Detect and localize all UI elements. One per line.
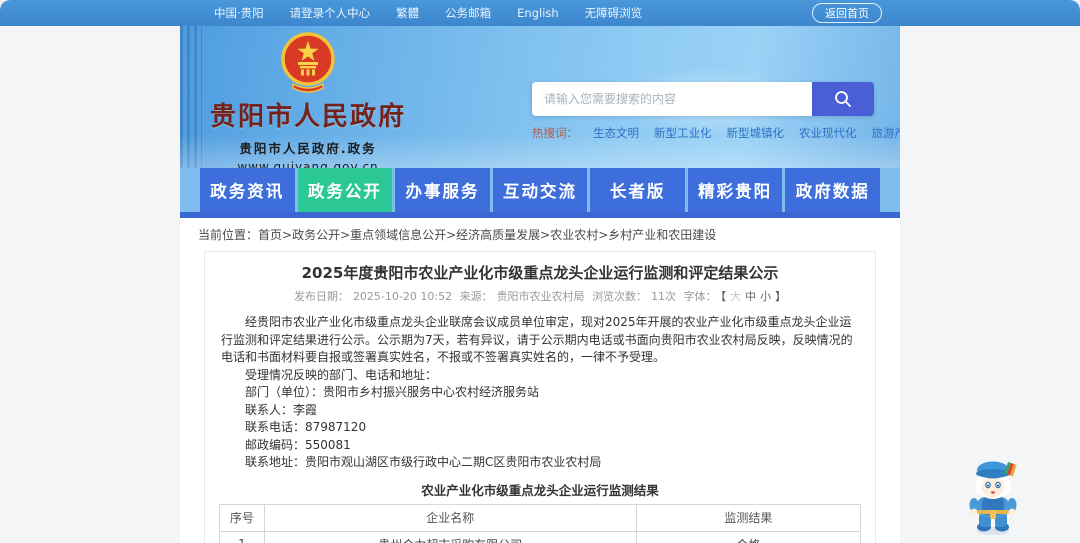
return-home-button[interactable]: 返回首页 xyxy=(812,3,882,23)
column-header-result: 监测结果 xyxy=(635,503,862,532)
hot-search-term[interactable]: 农业现代化 xyxy=(799,125,857,141)
nav-item[interactable]: 政务公开 xyxy=(297,168,393,212)
article-body: 经贵阳市农业产业化市级重点龙头企业联席会议成员单位审定，现对2025年开展的农业… xyxy=(219,312,861,472)
font-size-large-button[interactable]: 大 xyxy=(730,290,741,303)
national-emblem-icon xyxy=(281,32,335,93)
nav-item[interactable]: 精彩贵阳 xyxy=(687,168,783,212)
table-body: 1 贵州合力超市采购有限公司 合格 2 贵州友禾种业有限公司 合格 xyxy=(219,530,862,543)
views-label: 浏览次数： xyxy=(592,290,648,303)
article-paragraph: 邮政编码：550081 xyxy=(245,437,351,452)
site-subtitle: 贵阳市人民政府.政务 xyxy=(239,141,377,156)
nav-strip xyxy=(180,212,900,218)
article-paragraph: 联系电话：87987120 xyxy=(245,420,367,434)
article-paragraph: 受理情况反映的部门、电话和地址： xyxy=(245,367,438,382)
site-url: www.guiyang.gov.cn xyxy=(237,160,379,168)
hot-search-label: 热搜词： xyxy=(532,126,578,140)
font-size-small-button[interactable]: 小 xyxy=(760,290,771,303)
topbar-link[interactable]: 公务邮箱 xyxy=(445,5,491,21)
font-size-medium-button[interactable]: 中 xyxy=(745,290,756,303)
font-size-label: 字体： xyxy=(683,290,717,303)
main-nav: 政务资讯 政务公开 办事服务 互动交流 长者版 精彩贵阳 政府数据 xyxy=(180,168,900,218)
topbar-link[interactable]: 繁體 xyxy=(396,5,419,21)
hot-search-term[interactable]: 新型城镇化 xyxy=(727,125,785,141)
source-value: 贵阳市农业农村局 xyxy=(496,290,585,303)
site-banner: 贵阳市人民政府 贵阳市人民政府.政务 www.guiyang.gov.cn 热搜… xyxy=(180,26,900,168)
nav-item[interactable]: 互动交流 xyxy=(492,168,588,212)
table-caption: 农业产业化市级重点龙头企业运行监测结果 xyxy=(421,482,659,498)
breadcrumb-label: 当前位置： xyxy=(198,228,259,242)
nav-item[interactable]: 政府数据 xyxy=(785,168,881,212)
font-bracket: 】 xyxy=(775,290,787,303)
search-bar xyxy=(532,82,874,116)
site-logo[interactable]: 贵阳市人民政府 贵阳市人民政府.政务 www.guiyang.gov.cn xyxy=(208,32,408,168)
nav-item[interactable]: 办事服务 xyxy=(395,168,490,212)
article-paragraph: 联系人：李霞 xyxy=(245,402,318,417)
nav-item[interactable]: 长者版 xyxy=(590,168,685,212)
nav-item[interactable]: 政务资讯 xyxy=(200,168,295,212)
views-value: 11次 xyxy=(651,290,677,303)
search-icon xyxy=(835,91,851,107)
topbar-link[interactable]: 无障碍浏览 xyxy=(585,5,643,21)
table-row: 1 贵州合力超市采购有限公司 合格 xyxy=(219,530,862,543)
hot-search-term[interactable]: 新型工业化 xyxy=(654,125,712,141)
site-title: 贵阳市人民政府 xyxy=(209,102,406,132)
nav-items: 政务资讯 政务公开 办事服务 互动交流 长者版 精彩贵阳 政府数据 xyxy=(180,168,900,212)
cell-company: 贵州合力超市采购有限公司 xyxy=(263,530,637,543)
hot-search-term[interactable]: 旅游产业化 xyxy=(872,125,901,141)
topbar-link[interactable]: 中国·贵阳 xyxy=(214,5,264,21)
banner-decor xyxy=(180,26,202,168)
topbar-link[interactable]: 请登录个人中心 xyxy=(290,5,371,21)
cell-result: 合格 xyxy=(635,530,862,543)
publish-date: 2025-10-20 10:52 xyxy=(352,290,453,303)
breadcrumb-path[interactable]: 首页>政务公开>重点领域信息公开>经济高质量发展>农业农村>乡村产业和农田建设 xyxy=(258,228,716,242)
hot-search-term[interactable]: 生态文明 xyxy=(593,125,639,141)
topbar-links: 中国·贵阳 请登录个人中心 繁體 公务邮箱 English 无障碍浏览 xyxy=(180,5,642,21)
source-label: 来源： xyxy=(459,290,493,303)
search-input[interactable] xyxy=(532,82,812,116)
page: 中国·贵阳 请登录个人中心 繁體 公务邮箱 English 无障碍浏览 返回首页 xyxy=(0,0,1080,543)
monitoring-results-table: 序号 企业名称 监测结果 1 贵州合力超市采购有限公司 合格 xyxy=(219,503,862,543)
mascot-icon xyxy=(969,461,1017,535)
font-bracket: 【 xyxy=(720,290,727,303)
topbar-link[interactable]: English xyxy=(517,6,559,20)
publish-date-label: 发布日期： xyxy=(293,290,349,303)
content-area: 当前位置：首页>政务公开>重点领域信息公开>经济高质量发展>农业农村>乡村产业和… xyxy=(180,218,900,543)
article-title: 2025年度贵阳市农业产业化市级重点龙头企业运行监测和评定结果公示 xyxy=(301,264,779,282)
article-meta: 发布日期： 2025-10-20 10:52 来源： 贵阳市农业农村局 浏览次数： 1… xyxy=(219,290,861,303)
column-header-company: 企业名称 xyxy=(263,503,637,532)
search-button[interactable] xyxy=(812,82,874,116)
hot-search: 热搜词： 生态文明新型工业化新型城镇化农业现代化旅游产业化贵阳简介 xyxy=(532,125,900,141)
article-paragraph: 部门（单位）：贵阳市乡村振兴服务中心农村经济服务站 xyxy=(245,385,540,399)
breadcrumb: 当前位置：首页>政务公开>重点领域信息公开>经济高质量发展>农业农村>乡村产业和… xyxy=(180,218,900,249)
mascot[interactable] xyxy=(964,457,1022,537)
article-paragraph: 经贵阳市农业产业化市级重点龙头企业联席会议成员单位审定，现对2025年开展的农业… xyxy=(221,315,853,364)
column-header-no: 序号 xyxy=(219,503,265,532)
hot-search-terms: 生态文明新型工业化新型城镇化农业现代化旅游产业化贵阳简介 xyxy=(593,125,900,141)
article-card: 2025年度贵阳市农业产业化市级重点龙头企业运行监测和评定结果公示 发布日期： 2… xyxy=(204,251,876,543)
top-bar: 中国·贵阳 请登录个人中心 繁體 公务邮箱 English 无障碍浏览 返回首页 xyxy=(0,0,1080,26)
table-header-row: 序号 企业名称 监测结果 xyxy=(219,503,862,532)
cell-no: 1 xyxy=(219,530,265,543)
article-paragraph: 联系地址：贵阳市观山湖区市级行政中心二期C区贵阳市农业农村局 xyxy=(245,455,602,469)
